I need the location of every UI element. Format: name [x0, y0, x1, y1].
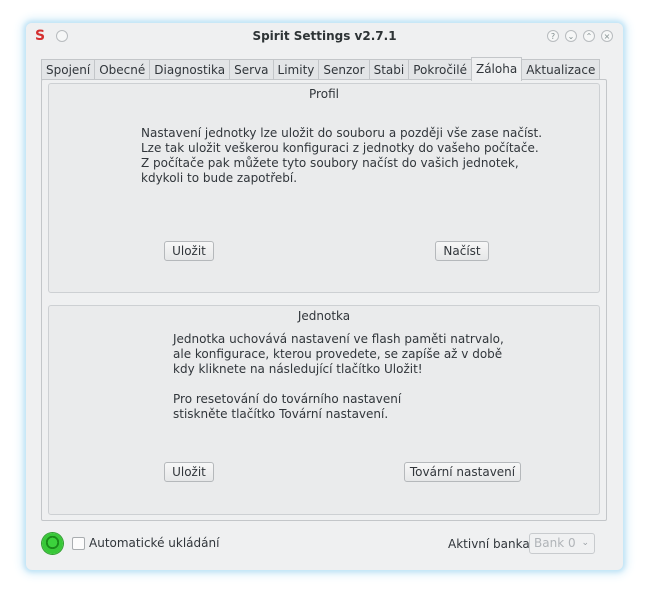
active-bank-label: Aktivní banka:	[448, 537, 534, 551]
tab-senzor[interactable]: Senzor	[318, 59, 370, 80]
window-title: Spirit Settings v2.7.1	[252, 29, 397, 43]
autosave-label[interactable]: Automatické ukládání	[89, 536, 219, 550]
unit-save-button[interactable]: Uložit	[164, 462, 214, 482]
tab-pokrocile[interactable]: Pokročilé	[408, 59, 472, 80]
main-window: S Spirit Settings v2.7.1 ? ⌄ ⌃ × Spojení…	[26, 23, 623, 570]
factory-reset-button[interactable]: Tovární nastavení	[404, 462, 521, 482]
help-icon[interactable]: ?	[547, 30, 559, 42]
profile-description: Nastavení jednotky lze uložit do souboru…	[141, 126, 543, 185]
tab-obecne[interactable]: Obecné	[94, 59, 151, 80]
tab-bar: Spojení Obecné Diagnostika Serva Limity …	[41, 57, 601, 81]
profile-group: Profil Nastavení jednotky lze uložit do …	[48, 83, 600, 293]
chevron-down-icon: ⌄	[581, 538, 589, 548]
backup-tab-panel: Profil Nastavení jednotky lze uložit do …	[41, 79, 607, 521]
tab-aktualizace[interactable]: Aktualizace	[521, 59, 601, 80]
unit-group-title: Jednotka	[297, 309, 351, 323]
profile-save-button[interactable]: Uložit	[164, 241, 214, 261]
tab-stabi[interactable]: Stabi	[368, 59, 410, 80]
connection-status-led	[42, 533, 63, 554]
tab-serva[interactable]: Serva	[229, 59, 274, 80]
unit-group: Jednotka Jednotka uchovává nastavení ve …	[48, 305, 600, 515]
close-icon[interactable]: ×	[601, 30, 613, 42]
tab-diagnostika[interactable]: Diagnostika	[149, 59, 231, 80]
tab-limity[interactable]: Limity	[272, 59, 320, 80]
unit-description: Jednotka uchovává nastavení ve flash pam…	[173, 332, 504, 421]
title-bar: S Spirit Settings v2.7.1 ? ⌄ ⌃ ×	[26, 23, 623, 52]
active-bank-select[interactable]: Bank 0 ⌄	[529, 533, 595, 554]
minimize-icon[interactable]: ⌄	[565, 30, 577, 42]
tab-spojeni[interactable]: Spojení	[41, 59, 96, 80]
maximize-icon[interactable]: ⌃	[583, 30, 595, 42]
profile-group-title: Profil	[309, 87, 339, 101]
autosave-checkbox[interactable]	[72, 537, 85, 550]
profile-load-button[interactable]: Načíst	[435, 241, 489, 261]
tab-zaloha[interactable]: Záloha	[470, 57, 523, 81]
active-bank-value: Bank 0	[534, 536, 576, 550]
